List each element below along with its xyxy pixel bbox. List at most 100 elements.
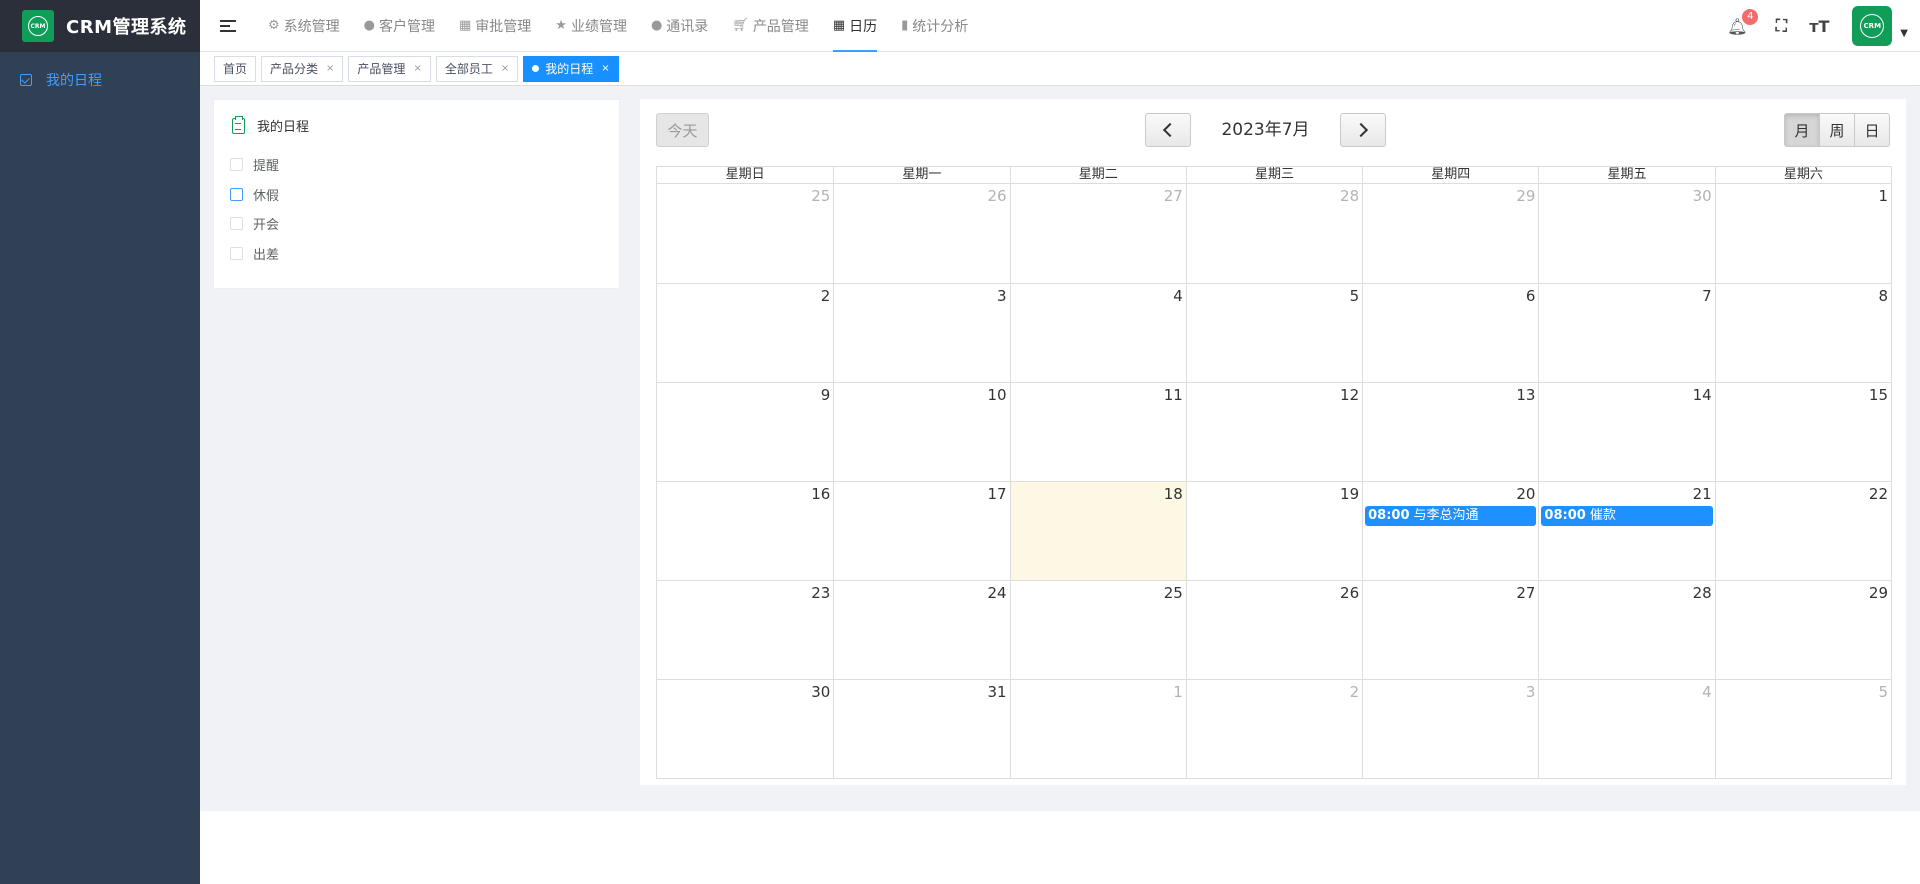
sidebar-item-my-schedule[interactable]: 我的日程 — [0, 52, 200, 108]
nav-item-statistics[interactable]: ▮ 统计分析 — [889, 0, 980, 52]
checkbox[interactable] — [230, 187, 243, 201]
filter-reminder[interactable]: 提醒 — [230, 150, 279, 180]
day-number: 31 — [987, 683, 1007, 701]
calendar-day-cell[interactable]: 1 — [1714, 184, 1891, 283]
day-number: 24 — [987, 584, 1007, 602]
calendar-day-cell[interactable]: 4 — [1538, 679, 1715, 778]
calendar-event[interactable]: 08:00 与李总沟通 — [1365, 506, 1537, 526]
calendar-day-cell[interactable]: 27 — [1362, 580, 1539, 679]
navbar-right: 🔔︎ 4 ⛶ ᴛT CRM ▼ — [1726, 0, 1908, 52]
notification-bell-icon[interactable]: 🔔︎ 4 — [1726, 9, 1759, 37]
caret-down-icon[interactable]: ▼ — [1900, 28, 1908, 39]
calendar-day-cell[interactable]: 27 — [1009, 184, 1186, 283]
hamburger-toggle[interactable] — [200, 0, 256, 52]
font-size-icon[interactable]: ᴛT — [1808, 15, 1830, 37]
tag-label: 产品管理 — [357, 62, 406, 76]
calendar-day-cell[interactable]: 20 08:00 与李总沟通 — [1362, 481, 1539, 580]
tag-my-schedule[interactable]: 我的日程 × — [523, 55, 619, 82]
close-icon[interactable]: × — [601, 63, 609, 74]
calendar-day-cell[interactable]: 12 — [1185, 382, 1363, 481]
calendar-day-cell[interactable]: 22 — [1714, 481, 1891, 580]
tag-product-category[interactable]: 产品分类 × — [261, 55, 344, 82]
calendar-event[interactable]: 08:00 催款 — [1541, 506, 1713, 526]
filter-meeting[interactable]: 开会 — [230, 209, 279, 239]
calendar-day-cell[interactable]: 30 — [657, 679, 834, 778]
checkbox-label: 提醒 — [253, 159, 280, 175]
filter-vacation[interactable]: 休假 — [230, 180, 279, 210]
tag-product-management[interactable]: 产品管理 × — [348, 55, 431, 82]
calendar-day-cell[interactable]: 16 — [657, 481, 834, 580]
calendar-day-cell[interactable]: 28 — [1185, 184, 1362, 283]
nav-item-contacts[interactable]: ● 通讯录 — [639, 0, 720, 52]
event-title: 催款 — [1589, 508, 1616, 523]
calendar-day-cell[interactable]: 17 — [833, 481, 1010, 580]
calendar-day-cell[interactable]: 24 — [833, 580, 1010, 679]
calendar-day-cell[interactable]: 18 — [1009, 481, 1186, 580]
nav-item-customer[interactable]: ● 客户管理 — [352, 0, 447, 52]
calendar-day-cell[interactable]: 28 — [1538, 580, 1715, 679]
calendar-day-cell[interactable]: 29 — [1714, 580, 1891, 679]
nav-item-system[interactable]: ⚙ 系统管理 — [256, 0, 352, 52]
next-month-button[interactable] — [1340, 113, 1386, 147]
weekday-label: 星期四 — [1362, 167, 1538, 183]
calendar-day-cell[interactable]: 29 — [1362, 184, 1538, 283]
calendar-title: 2023年7月 — [1221, 120, 1310, 140]
checkbox-label: 休假 — [253, 188, 280, 204]
close-icon[interactable]: × — [413, 63, 421, 74]
calendar-day-cell[interactable]: 5 — [1185, 283, 1363, 382]
calendar-day-cell[interactable]: 11 — [1009, 382, 1186, 481]
day-number: 18 — [1163, 485, 1183, 503]
calendar-day-cell[interactable]: 10 — [833, 382, 1010, 481]
checkbox[interactable] — [230, 246, 243, 260]
day-number: 27 — [1163, 187, 1183, 205]
checkbox[interactable] — [230, 158, 243, 172]
calendar-day-cell[interactable]: 26 — [1185, 580, 1363, 679]
calendar-day-cell[interactable]: 3 — [833, 283, 1010, 382]
avatar[interactable]: CRM — [1852, 6, 1893, 46]
calendar-day-cell[interactable]: 1 — [1009, 679, 1186, 778]
calendar-day-cell[interactable]: 25 — [1009, 580, 1186, 679]
tag-home[interactable]: 首页 — [214, 55, 257, 82]
day-number: 14 — [1692, 386, 1712, 404]
calendar-day-cell[interactable]: 9 — [657, 382, 834, 481]
calendar-day-cell[interactable]: 31 — [833, 679, 1010, 778]
calendar-day-cell[interactable]: 23 — [657, 580, 834, 679]
calendar-day-cell[interactable]: 4 — [1009, 283, 1186, 382]
calendar-day-cell[interactable]: 15 — [1714, 382, 1891, 481]
prev-month-button[interactable] — [1145, 113, 1191, 147]
nav-item-calendar[interactable]: ▦ 日历 — [821, 0, 889, 52]
weekday-label: 星期五 — [1538, 167, 1714, 183]
calendar-day-cell[interactable]: 2 — [657, 283, 834, 382]
calendar-day-cell[interactable]: 5 — [1714, 679, 1891, 778]
day-number: 27 — [1516, 584, 1536, 602]
checkbox[interactable] — [230, 217, 243, 231]
day-view-button[interactable]: 日 — [1854, 113, 1890, 147]
fullscreen-icon[interactable]: ⛶ — [1770, 15, 1792, 37]
tag-all-staff[interactable]: 全部员工 × — [435, 55, 519, 82]
calendar-day-cell[interactable]: 26 — [833, 184, 1009, 283]
nav-item-product[interactable]: 🛒︎ 产品管理 — [720, 0, 821, 52]
nav-item-approval[interactable]: ▦ 审批管理 — [447, 0, 543, 52]
calendar-day-cell[interactable]: 25 — [657, 184, 833, 283]
checkbox-label: 出差 — [253, 247, 280, 263]
calendar-day-cell[interactable]: 21 08:00 催款 — [1538, 481, 1715, 580]
calendar-day-cell[interactable]: 7 — [1538, 283, 1715, 382]
calendar-day-cell[interactable]: 2 — [1185, 679, 1363, 778]
calendar-day-cell[interactable]: 19 — [1185, 481, 1363, 580]
calendar-day-cell[interactable]: 30 — [1538, 184, 1714, 283]
close-icon[interactable]: × — [326, 63, 334, 74]
close-icon[interactable]: × — [501, 63, 509, 74]
calendar-day-cell[interactable]: 3 — [1362, 679, 1539, 778]
calendar-day-cell[interactable]: 8 — [1714, 283, 1891, 382]
calendar-day-cell[interactable]: 13 — [1362, 382, 1539, 481]
nav-label: 统计分析 — [912, 18, 969, 35]
today-button[interactable]: 今天 — [656, 113, 709, 147]
calendar-day-cell[interactable]: 14 — [1538, 382, 1715, 481]
calendar-day-cell[interactable]: 6 — [1362, 283, 1539, 382]
weekday-label: 星期六 — [1714, 167, 1891, 183]
month-view-button[interactable]: 月 — [1784, 113, 1820, 147]
filter-business-trip[interactable]: 出差 — [230, 239, 279, 269]
day-number: 19 — [1340, 485, 1360, 503]
nav-item-performance[interactable]: ★ 业绩管理 — [543, 0, 639, 52]
week-view-button[interactable]: 周 — [1819, 113, 1855, 147]
